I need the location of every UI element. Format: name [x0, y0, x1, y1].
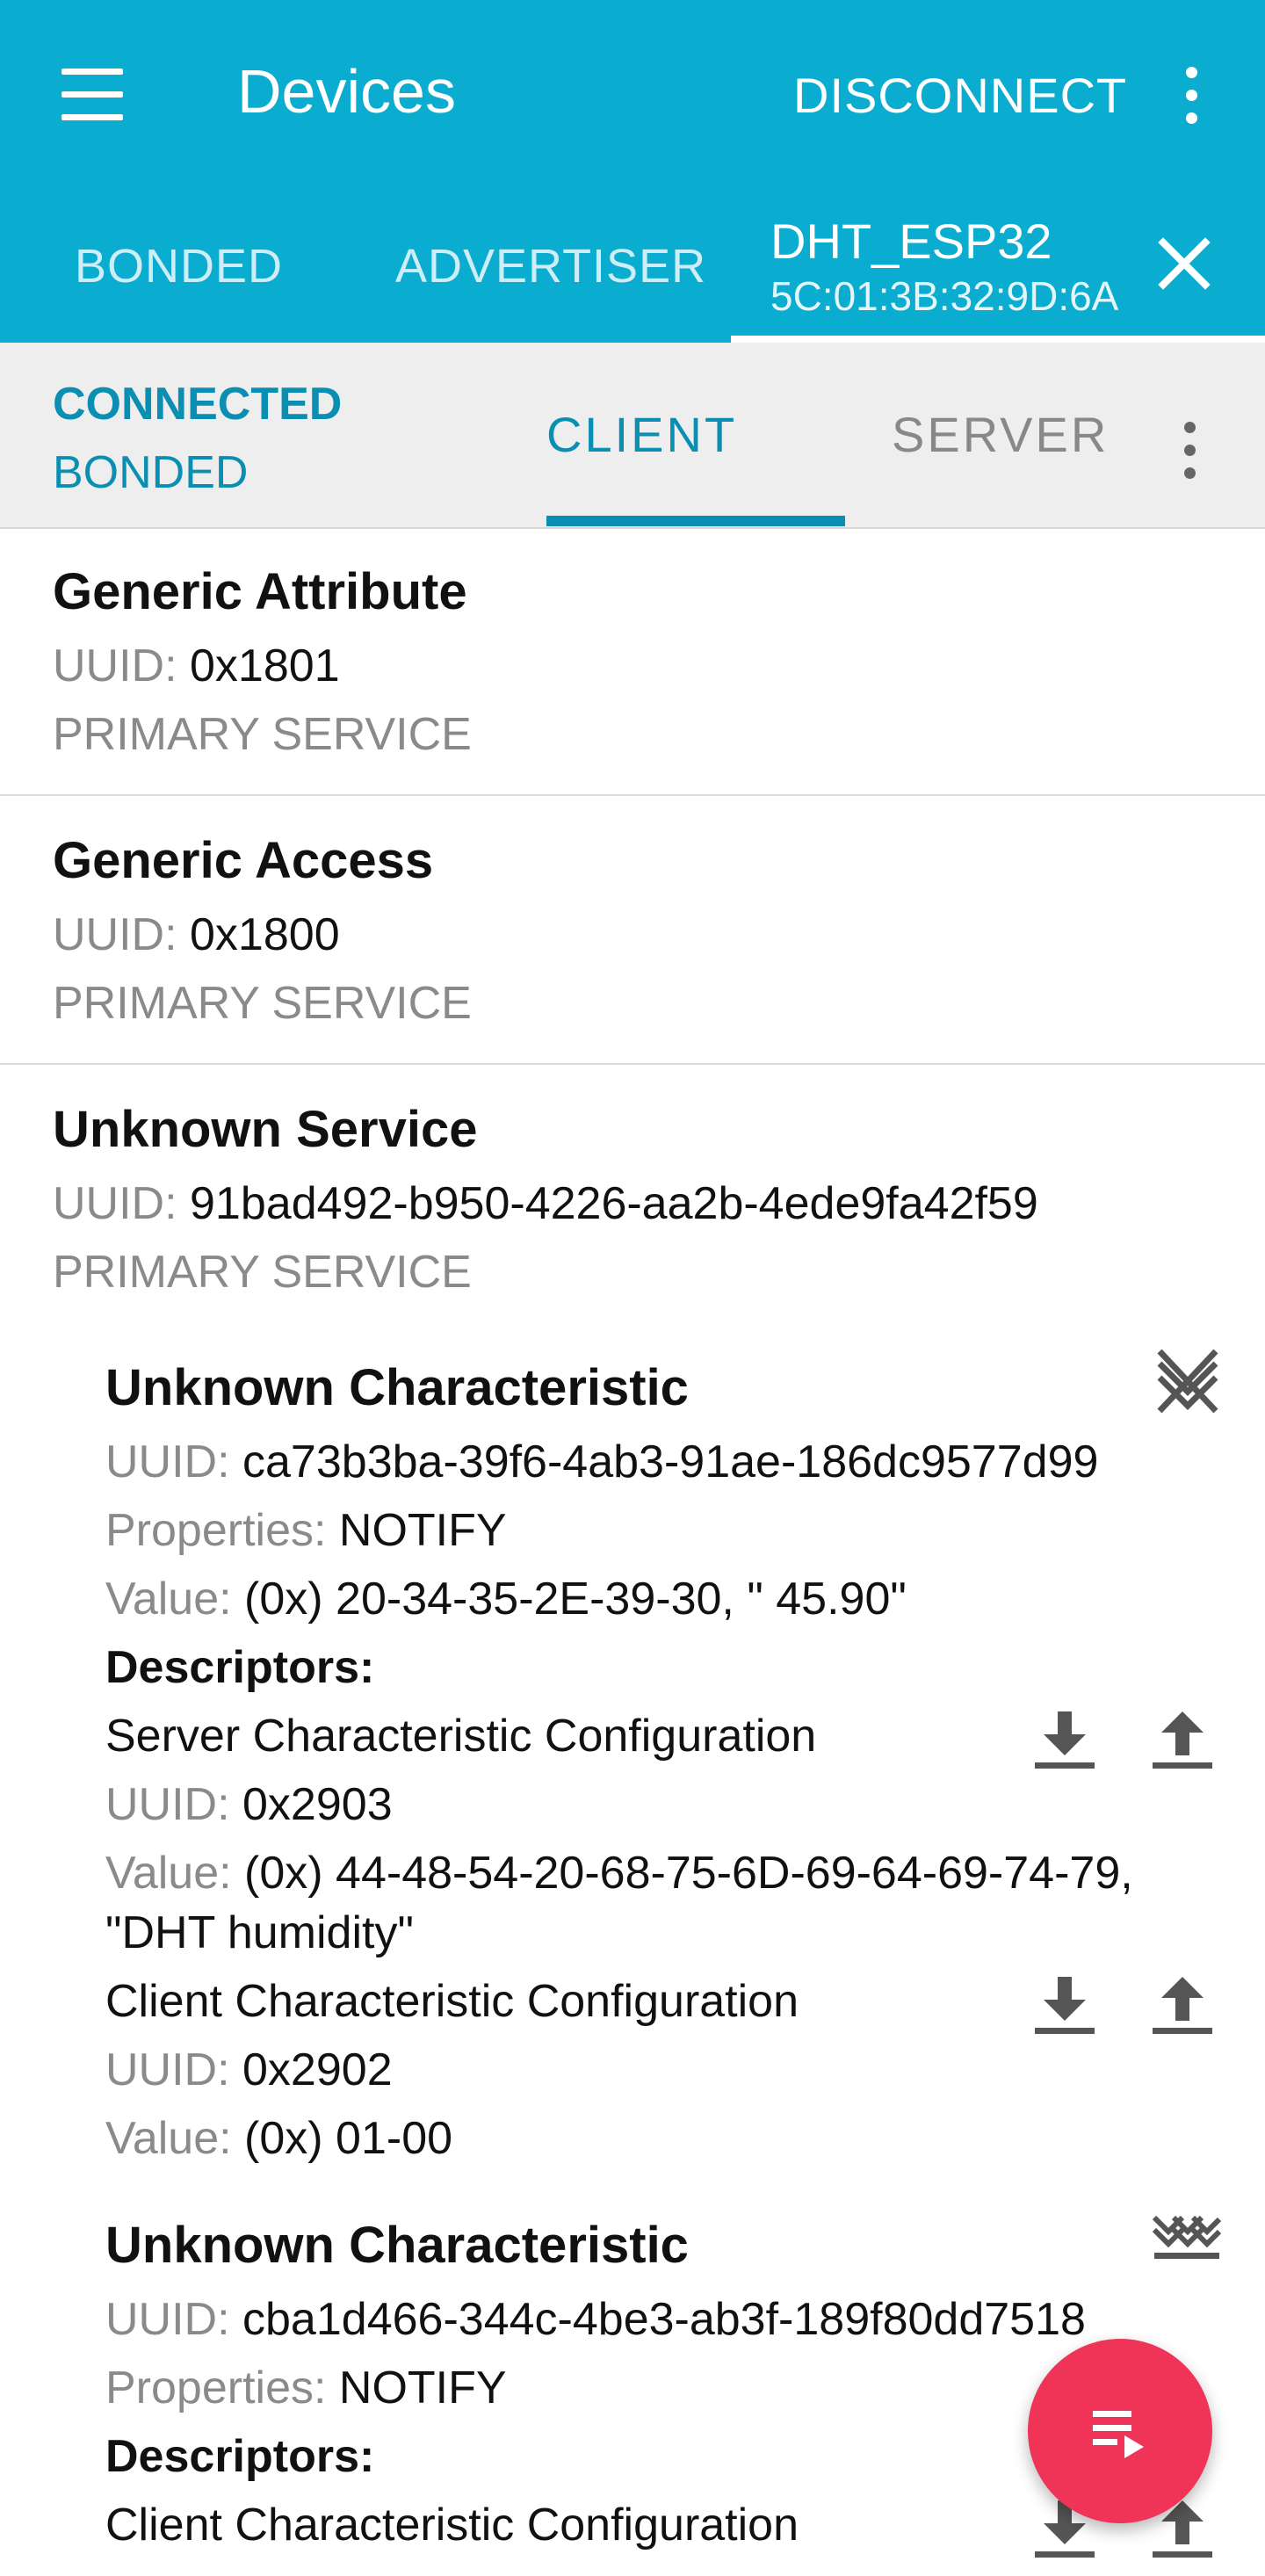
uuid-value: 0x2903 — [242, 1779, 393, 1830]
characteristic-properties: Properties: NOTIFY — [105, 2362, 507, 2414]
properties-label: Properties: — [105, 1505, 327, 1556]
device-name: DHT_ESP32 — [770, 213, 1052, 269]
service-uuid: UUID: 0x1801 — [53, 640, 340, 692]
descriptor-name: Client Characteristic Configuration — [105, 1976, 799, 2027]
playlist-play-icon — [1093, 2411, 1144, 2458]
service-type: PRIMARY SERVICE — [53, 978, 472, 1029]
value-text: (0x) 01-00 — [244, 2113, 453, 2164]
value-label: Value: — [105, 1574, 232, 1624]
close-icon[interactable] — [1151, 230, 1218, 297]
download-icon[interactable] — [1030, 1970, 1100, 2040]
characteristic-name: Unknown Characteristic — [105, 1359, 689, 1416]
connection-bar: CONNECTED BONDED CLIENT SERVER — [0, 343, 1265, 529]
uuid-label: UUID: — [105, 1779, 230, 1830]
tab-indicator — [731, 336, 1265, 343]
service-item[interactable]: Generic Attribute UUID: 0x1801 PRIMARY S… — [0, 529, 1265, 796]
upload-icon[interactable] — [1147, 1704, 1218, 1775]
uuid-label: UUID: — [53, 1178, 177, 1229]
service-name: Unknown Service — [53, 1101, 478, 1158]
connection-status: CONNECTED — [53, 379, 343, 430]
descriptor-name: Server Characteristic Configuration — [105, 1711, 817, 1762]
menu-icon[interactable] — [53, 63, 132, 127]
descriptor-uuid: UUID: 0x2902 — [105, 2044, 393, 2096]
more-options-icon[interactable] — [1179, 409, 1200, 488]
tab-bonded[interactable]: BONDED — [75, 239, 283, 293]
service-uuid: UUID: 91bad492-b950-4226-aa2b-4ede9fa42f… — [53, 1177, 1038, 1230]
characteristic-uuid: UUID: ca73b3ba-39f6-4ab3-91ae-186dc9577d… — [105, 1436, 1098, 1488]
properties-label: Properties: — [105, 2363, 327, 2413]
service-name: Generic Attribute — [53, 563, 467, 620]
uuid-value: 0x1800 — [190, 909, 340, 960]
bond-status: BONDED — [53, 447, 249, 498]
more-options-icon[interactable] — [1181, 54, 1202, 134]
uuid-label: UUID: — [53, 640, 177, 691]
uuid-label: UUID: — [53, 909, 177, 960]
value-text: (0x) 44-48-54-20-68-75-6D-69-64-69-74-79… — [244, 1848, 1133, 1899]
uuid-label: UUID: — [105, 2294, 230, 2345]
service-type: PRIMARY SERVICE — [53, 709, 472, 760]
uuid-value: 91bad492-b950-4226-aa2b-4ede9fa42f59 — [190, 1178, 1038, 1229]
value-label: Value: — [105, 2113, 232, 2164]
characteristic-value: Value: (0x) 20-34-35-2E-39-30, " 45.90" — [105, 1573, 907, 1625]
disconnect-button[interactable]: DISCONNECT — [793, 67, 1127, 124]
uuid-value: 0x1801 — [190, 640, 340, 691]
notify-multiple-icon[interactable] — [1151, 2203, 1221, 2274]
uuid-value: ca73b3ba-39f6-4ab3-91ae-186dc9577d99 — [242, 1436, 1099, 1487]
characteristic-uuid: UUID: cba1d466-344c-4be3-ab3f-189f80dd75… — [105, 2293, 1086, 2346]
device-address: 5C:01:3B:32:9D:6A — [770, 273, 1119, 319]
descriptor-value: Value: (0x) 44-48-54-20-68-75-6D-69-64-6… — [105, 1847, 1133, 1899]
value-label: Value: — [105, 1848, 232, 1899]
notifications-off-icon[interactable] — [1153, 1346, 1223, 1416]
descriptor-value: Value: (0x) 01-00 — [105, 2112, 452, 2165]
value-text: (0x) 20-34-35-2E-39-30, " 45.90" — [244, 1574, 907, 1624]
tab-server[interactable]: SERVER — [892, 406, 1109, 463]
descriptors-heading: Descriptors: — [105, 1642, 375, 1693]
uuid-label: UUID: — [105, 2044, 230, 2095]
descriptor-uuid: UUID: 0x2903 — [105, 1778, 393, 1831]
service-type: PRIMARY SERVICE — [53, 1247, 472, 1298]
upload-icon[interactable] — [1147, 1970, 1218, 2040]
properties-value: NOTIFY — [338, 1505, 507, 1556]
log-fab-button[interactable] — [1028, 2339, 1212, 2523]
characteristic-properties: Properties: NOTIFY — [105, 1504, 507, 1557]
download-icon[interactable] — [1030, 1704, 1100, 1775]
service-name: Generic Access — [53, 832, 434, 889]
characteristic-name: Unknown Characteristic — [105, 2217, 689, 2274]
descriptors-heading: Descriptors: — [105, 2431, 375, 2482]
descriptor-value-continued: "DHT humidity" — [105, 1907, 414, 1958]
properties-value: NOTIFY — [338, 2363, 507, 2413]
service-item[interactable]: Generic Access UUID: 0x1800 PRIMARY SERV… — [0, 796, 1265, 1065]
uuid-value: cba1d466-344c-4be3-ab3f-189f80dd7518 — [242, 2294, 1086, 2345]
service-uuid: UUID: 0x1800 — [53, 908, 340, 961]
app-bar: Devices DISCONNECT BONDED ADVERTISER DHT… — [0, 0, 1265, 343]
tab-indicator — [546, 516, 845, 526]
tab-advertiser[interactable]: ADVERTISER — [395, 239, 706, 293]
uuid-label: UUID: — [105, 1436, 230, 1487]
tab-client[interactable]: CLIENT — [546, 406, 737, 463]
uuid-value: 0x2902 — [242, 2044, 393, 2095]
descriptor-name: Client Characteristic Configuration — [105, 2500, 799, 2551]
page-title: Devices — [237, 57, 456, 126]
